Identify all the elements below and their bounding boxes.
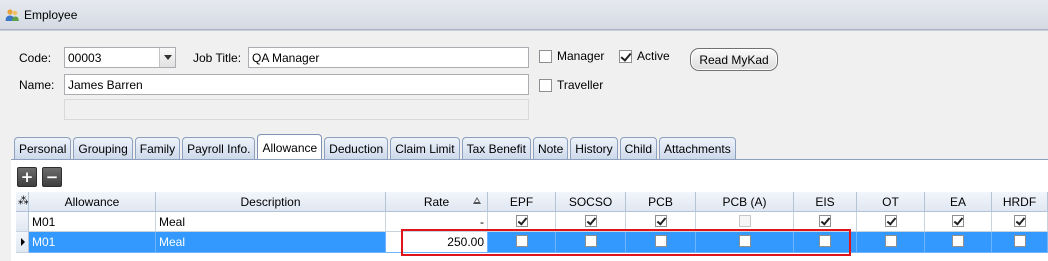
tab-grouping[interactable]: Grouping	[73, 137, 133, 159]
name-label: Name:	[19, 78, 55, 92]
pcb-a-checkbox[interactable]	[738, 215, 751, 227]
column-header-rate[interactable]: Rate	[386, 192, 488, 212]
ot-cell[interactable]	[857, 232, 925, 253]
select-all-icon[interactable]: ⁂	[16, 192, 29, 212]
eis-cell[interactable]	[794, 232, 857, 253]
description-cell[interactable]: Meal	[156, 232, 386, 253]
tab-note[interactable]: Note	[532, 137, 569, 159]
column-header-pcb-a[interactable]: PCB (A)	[696, 192, 794, 212]
hrdf-checkbox[interactable]	[1013, 235, 1026, 247]
hrdf-checkbox[interactable]	[1013, 215, 1026, 227]
rate-cell[interactable]: -	[386, 212, 488, 232]
add-row-button[interactable]: +	[17, 167, 37, 187]
active-checkbox[interactable]	[619, 50, 632, 63]
pcb-checkbox[interactable]	[654, 215, 667, 227]
current-row-indicator[interactable]	[16, 232, 29, 253]
tab-personal[interactable]: Personal	[14, 137, 72, 159]
rate-cell-editing[interactable]: 250.00	[386, 232, 488, 253]
row-indicator[interactable]	[16, 212, 29, 232]
window-titlebar: Employee	[0, 0, 1048, 30]
ea-cell[interactable]	[925, 212, 992, 232]
tab-family[interactable]: Family	[134, 137, 181, 159]
sort-ascending-icon	[473, 197, 481, 204]
code-combobox[interactable]: 00003	[64, 47, 176, 68]
tab-allowance[interactable]: Allowance	[257, 134, 323, 159]
active-label: Active	[637, 49, 670, 63]
allowance-grid: ⁂ Allowance Description Rate EPF SOCSO P…	[16, 192, 1048, 261]
job-title-field[interactable]: QA Manager	[248, 47, 529, 68]
employee-icon	[5, 9, 19, 21]
manager-checkbox[interactable]	[539, 50, 552, 63]
pcb-checkbox[interactable]	[654, 235, 667, 247]
pcb-a-cell[interactable]	[696, 212, 794, 232]
tab-history[interactable]: History	[570, 137, 618, 159]
pcb-a-checkbox[interactable]	[738, 235, 751, 247]
chevron-down-icon[interactable]	[159, 48, 175, 67]
epf-cell[interactable]	[488, 212, 556, 232]
window-title: Employee	[24, 8, 78, 22]
socso-checkbox[interactable]	[584, 235, 597, 247]
row-pointer-icon	[21, 238, 25, 246]
manager-label: Manager	[557, 49, 605, 63]
ea-cell[interactable]	[925, 232, 992, 253]
code-value: 00003	[68, 51, 102, 65]
tab-tax-benefit[interactable]: Tax Benefit	[461, 137, 531, 159]
column-header-ot[interactable]: OT	[857, 192, 925, 212]
tab-payroll-info[interactable]: Payroll Info.	[182, 137, 256, 159]
read-mykad-button[interactable]: Read MyKad	[690, 48, 778, 71]
tab-deduction[interactable]: Deduction	[324, 137, 389, 159]
ot-cell[interactable]	[857, 212, 925, 232]
pcb-cell[interactable]	[626, 212, 696, 232]
job-title-label: Job Title:	[193, 51, 242, 65]
eis-checkbox[interactable]	[819, 235, 831, 247]
plus-icon: +	[20, 167, 34, 186]
table-row[interactable]: M01 Meal -	[16, 212, 1048, 232]
description-cell[interactable]: Meal	[156, 212, 386, 232]
socso-cell[interactable]	[556, 232, 626, 253]
column-header-hrdf[interactable]: HRDF	[992, 192, 1048, 212]
epf-cell[interactable]	[488, 232, 556, 253]
epf-checkbox[interactable]	[515, 235, 528, 247]
grid-header-row: ⁂ Allowance Description Rate EPF SOCSO P…	[16, 192, 1048, 212]
code-label: Code:	[19, 51, 52, 65]
ea-checkbox[interactable]	[952, 215, 964, 227]
traveller-label: Traveller	[557, 78, 604, 92]
epf-checkbox[interactable]	[515, 215, 528, 227]
name-secondary-field	[64, 99, 529, 120]
column-header-socso[interactable]: SOCSO	[556, 192, 626, 212]
tab-child[interactable]: Child	[619, 137, 657, 159]
eis-cell[interactable]	[794, 212, 857, 232]
column-header-eis[interactable]: EIS	[794, 192, 857, 212]
ot-checkbox[interactable]	[884, 215, 897, 227]
tab-attachments[interactable]: Attachments	[659, 137, 736, 159]
traveller-checkbox[interactable]	[539, 79, 552, 92]
titlebar-divider	[0, 30, 1048, 31]
socso-checkbox[interactable]	[584, 215, 597, 227]
pcb-a-cell[interactable]	[696, 232, 794, 253]
column-header-rate-label: Rate	[423, 195, 450, 209]
column-header-epf[interactable]: EPF	[488, 192, 556, 212]
ea-checkbox[interactable]	[952, 235, 964, 247]
column-header-ea[interactable]: EA	[925, 192, 992, 212]
hrdf-cell[interactable]	[992, 212, 1048, 232]
column-header-description[interactable]: Description	[156, 192, 386, 212]
ot-checkbox[interactable]	[884, 235, 897, 247]
column-header-allowance[interactable]: Allowance	[29, 192, 156, 212]
table-row-selected[interactable]: M01 Meal 250.00	[16, 232, 1048, 253]
pcb-cell[interactable]	[626, 232, 696, 253]
hrdf-cell[interactable]	[992, 232, 1048, 253]
name-field[interactable]: James Barren	[64, 74, 529, 95]
tab-claim-limit[interactable]: Claim Limit	[390, 137, 460, 159]
remove-row-button[interactable]: −	[42, 167, 62, 187]
socso-cell[interactable]	[556, 212, 626, 232]
allowance-cell[interactable]: M01	[29, 212, 156, 232]
allowance-cell[interactable]: M01	[29, 232, 156, 253]
tab-strip: Personal Grouping Family Payroll Info. A…	[14, 134, 738, 159]
minus-icon: −	[45, 167, 59, 186]
eis-checkbox[interactable]	[819, 215, 831, 227]
column-header-pcb[interactable]: PCB	[626, 192, 696, 212]
